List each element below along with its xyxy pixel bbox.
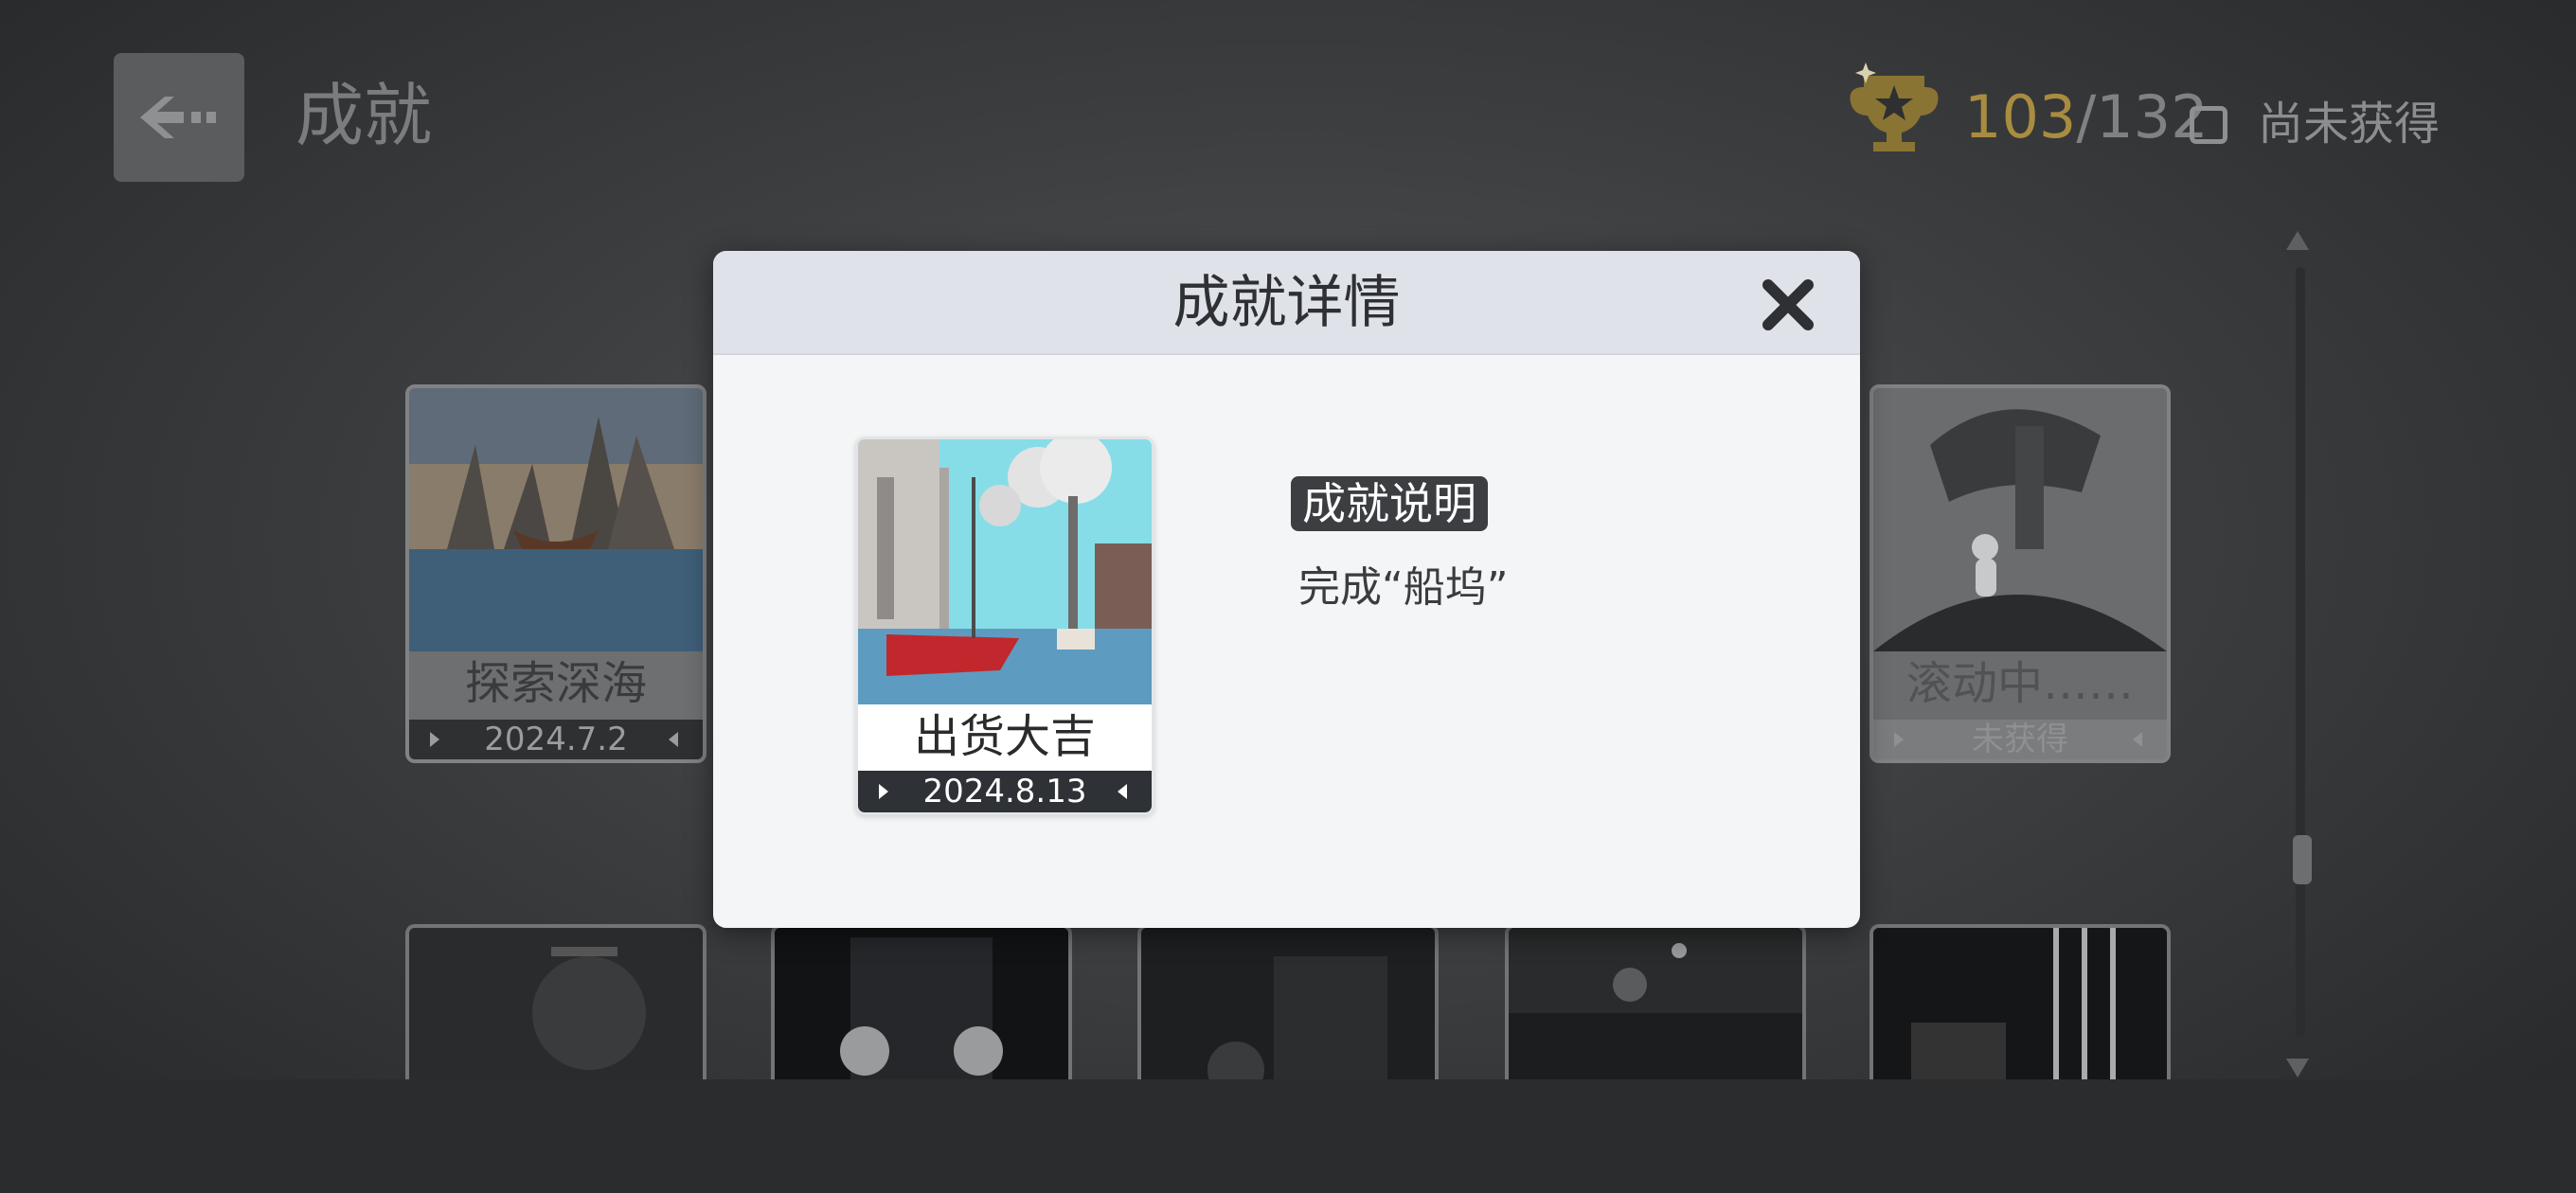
achievement-name: 出货大吉	[913, 710, 1096, 763]
unobtained-filter-checkbox[interactable]	[2190, 106, 2227, 144]
achievement-thumbnail	[1509, 928, 1802, 1079]
achievement-name: 滚动中……	[1905, 657, 2134, 710]
date-arrow-left-icon	[879, 784, 888, 799]
scroll-up-icon[interactable]	[2286, 231, 2309, 250]
achievement-thumbnail	[775, 928, 1068, 1079]
achievement-date: 2024.7.2	[409, 720, 703, 759]
scrollbar-track[interactable]	[2296, 267, 2305, 1038]
achievement-thumbnail	[409, 388, 703, 651]
achievement-name: 探索深海	[464, 657, 647, 710]
back-button[interactable]	[114, 53, 244, 182]
back-arrow-icon	[140, 97, 216, 138]
close-icon[interactable]	[1759, 276, 1817, 334]
achievement-card[interactable]	[771, 924, 1072, 1079]
achievement-card[interactable]: 探索深海 2024.7.2	[405, 384, 707, 763]
page-title: 成就	[295, 76, 433, 155]
achievement-thumbnail	[1873, 388, 2167, 651]
achievement-thumbnail	[409, 928, 703, 1079]
achievement-detail-dialog: 成就详情 出货大吉 2024.8.13 成就说明 完成“船坞”	[713, 251, 1860, 928]
achievement-card[interactable]	[1505, 924, 1806, 1079]
description-label: 成就说明	[1291, 476, 1488, 531]
achievement-card[interactable]	[1137, 924, 1439, 1079]
achievement-thumbnail	[858, 439, 1152, 704]
description-text: 完成“船坞”	[1298, 563, 1509, 612]
achievement-thumbnail	[1873, 928, 2167, 1079]
achievement-card[interactable]	[1869, 924, 2171, 1079]
achievement-card-locked[interactable]: 滚动中…… 未获得	[1869, 384, 2171, 763]
achievement-card[interactable]	[405, 924, 707, 1079]
date-arrow-left-icon	[430, 732, 439, 747]
trophy-icon	[1850, 62, 1939, 151]
dialog-title: 成就详情	[1172, 270, 1401, 336]
scrollbar-thumb[interactable]	[2293, 835, 2312, 884]
date-arrow-right-icon	[2133, 732, 2142, 747]
unobtained-filter-label[interactable]: 尚未获得	[2258, 93, 2440, 155]
achievement-detail-card: 出货大吉 2024.8.13	[855, 436, 1154, 815]
achievement-date: 2024.8.13	[858, 771, 1152, 812]
date-arrow-right-icon	[669, 732, 678, 747]
date-arrow-right-icon	[1118, 784, 1127, 799]
date-arrow-left-icon	[1894, 732, 1904, 747]
achievement-thumbnail	[1141, 928, 1435, 1079]
bottom-bar	[0, 1079, 2576, 1193]
achievement-date: 未获得	[1873, 720, 2167, 759]
achievement-progress: 103/132	[1964, 82, 2209, 151]
dialog-header: 成就详情	[713, 251, 1860, 355]
scroll-down-icon[interactable]	[2286, 1059, 2309, 1077]
